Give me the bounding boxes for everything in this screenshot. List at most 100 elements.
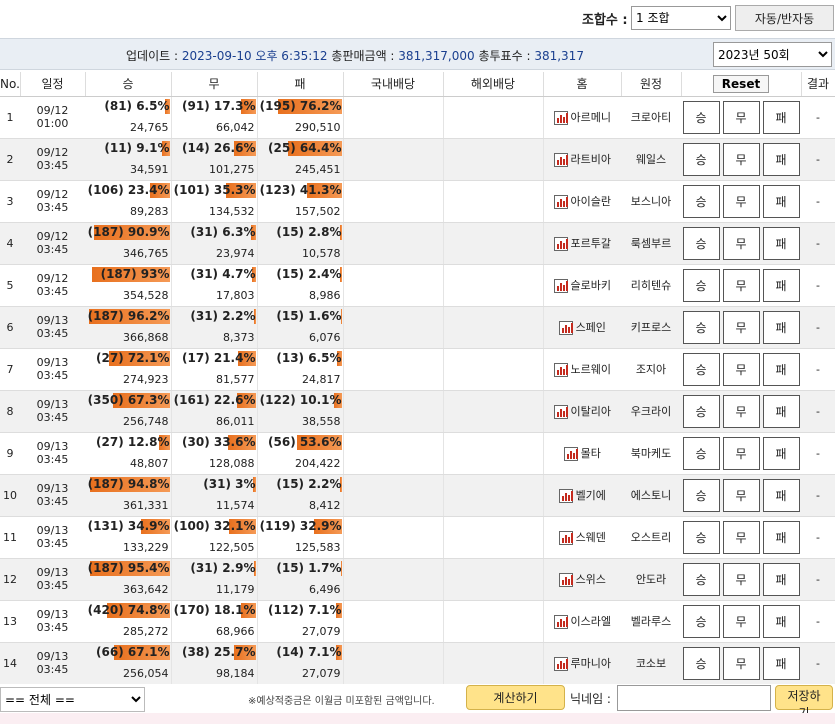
pick-draw-button[interactable]: 무 bbox=[722, 100, 760, 134]
pick-win-button[interactable]: 승 bbox=[682, 310, 720, 344]
pick-win-button[interactable]: 승 bbox=[682, 268, 720, 302]
pick-draw-button[interactable]: 무 bbox=[722, 310, 760, 344]
pick-win-button[interactable]: 승 bbox=[682, 184, 720, 218]
bar-chart-icon[interactable] bbox=[553, 405, 568, 419]
top-toolbar: 조합수 : 1 조합 자동/반자동 bbox=[0, 0, 835, 38]
update-label: 업데이트 : bbox=[126, 49, 179, 63]
pick-draw-button[interactable]: 무 bbox=[722, 394, 760, 428]
lose-percent: (122) 10.1% bbox=[259, 392, 342, 407]
combo-count-select[interactable]: 1 조합 bbox=[631, 6, 731, 30]
win-stat-cell: (131) 34.9% 133,229 bbox=[85, 516, 172, 559]
pick-draw-button[interactable]: 무 bbox=[722, 142, 760, 176]
nickname-input[interactable] bbox=[617, 685, 771, 711]
pick-lose-cell: 패 bbox=[761, 96, 801, 139]
row-number: 11 bbox=[0, 516, 20, 559]
pick-win-button[interactable]: 승 bbox=[682, 142, 720, 176]
win-percent: (420) 74.8% bbox=[87, 602, 170, 617]
pick-lose-button[interactable]: 패 bbox=[762, 100, 800, 134]
save-button[interactable]: 저장하기 bbox=[775, 685, 833, 720]
pick-draw-button[interactable]: 무 bbox=[722, 184, 760, 218]
pick-lose-cell: 패 bbox=[761, 138, 801, 181]
home-team: 벨기에 bbox=[575, 489, 606, 502]
pick-draw-button[interactable]: 무 bbox=[722, 352, 760, 386]
pick-lose-button[interactable]: 패 bbox=[762, 310, 800, 344]
pick-draw-cell: 무 bbox=[721, 600, 761, 643]
header-overseas-odds: 해외배당 bbox=[443, 72, 544, 97]
bar-chart-icon[interactable] bbox=[558, 321, 573, 335]
lose-count: 6,076 bbox=[309, 330, 341, 344]
pick-lose-button[interactable]: 패 bbox=[762, 142, 800, 176]
draw-stat-cell: (14) 26.6% 101,275 bbox=[171, 138, 258, 181]
reset-button[interactable]: Reset bbox=[713, 74, 769, 93]
auto-semi-auto-button[interactable]: 자동/반자동 bbox=[735, 5, 834, 31]
pick-draw-cell: 무 bbox=[721, 96, 761, 139]
pick-lose-button[interactable]: 패 bbox=[762, 646, 800, 680]
match-date: 09/12 03:45 bbox=[20, 222, 85, 265]
bar-chart-icon[interactable] bbox=[553, 153, 568, 167]
pick-lose-button[interactable]: 패 bbox=[762, 436, 800, 470]
win-stat-cell: (27) 72.1% 274,923 bbox=[85, 348, 172, 391]
bar-chart-icon[interactable] bbox=[553, 195, 568, 209]
table-row: 5 09/12 03:45 (187) 93% 354,528 (31) 4.7%… bbox=[0, 264, 835, 307]
home-team: 이스라엘 bbox=[570, 615, 611, 628]
home-team: 스페인 bbox=[575, 321, 606, 334]
pick-lose-button[interactable]: 패 bbox=[762, 268, 800, 302]
pick-draw-button[interactable]: 무 bbox=[722, 604, 760, 638]
pick-draw-button[interactable]: 무 bbox=[722, 562, 760, 596]
calculate-button[interactable]: 계산하기 bbox=[466, 685, 565, 710]
pick-lose-button[interactable]: 패 bbox=[762, 184, 800, 218]
bar-chart-icon[interactable] bbox=[553, 657, 568, 671]
pick-draw-button[interactable]: 무 bbox=[722, 268, 760, 302]
pick-lose-button[interactable]: 패 bbox=[762, 394, 800, 428]
pick-win-button[interactable]: 승 bbox=[682, 436, 720, 470]
draw-count: 17,803 bbox=[216, 288, 255, 302]
draw-percent: (38) 25.7% bbox=[182, 644, 256, 659]
pick-win-button[interactable]: 승 bbox=[682, 604, 720, 638]
header-reset-cell: Reset bbox=[681, 72, 802, 97]
lose-stat-cell: (119) 32.9% 125,583 bbox=[257, 516, 344, 559]
draw-percent: (31) 4.7% bbox=[190, 266, 256, 281]
domestic-odds bbox=[343, 96, 444, 139]
bar-chart-icon[interactable] bbox=[558, 573, 573, 587]
lose-count: 157,502 bbox=[295, 204, 341, 218]
bar-chart-icon[interactable] bbox=[553, 615, 568, 629]
win-count: 256,054 bbox=[123, 666, 169, 680]
bar-chart-icon[interactable] bbox=[553, 279, 568, 293]
pick-win-button[interactable]: 승 bbox=[682, 520, 720, 554]
bar-chart-icon[interactable] bbox=[553, 363, 568, 377]
pick-win-cell: 승 bbox=[681, 348, 721, 391]
overseas-odds bbox=[443, 390, 544, 433]
home-team-cell: 포르투갈 bbox=[543, 222, 621, 265]
pick-draw-button[interactable]: 무 bbox=[722, 646, 760, 680]
filter-select[interactable]: == 전체 == bbox=[0, 687, 145, 712]
pick-win-button[interactable]: 승 bbox=[682, 352, 720, 386]
lose-count: 290,510 bbox=[295, 120, 341, 134]
pick-draw-button[interactable]: 무 bbox=[722, 226, 760, 260]
bar-chart-icon[interactable] bbox=[553, 111, 568, 125]
bar-chart-icon[interactable] bbox=[563, 447, 578, 461]
pick-win-button[interactable]: 승 bbox=[682, 226, 720, 260]
pick-lose-button[interactable]: 패 bbox=[762, 478, 800, 512]
pick-win-button[interactable]: 승 bbox=[682, 394, 720, 428]
pick-win-button[interactable]: 승 bbox=[682, 478, 720, 512]
pick-lose-button[interactable]: 패 bbox=[762, 604, 800, 638]
lose-stat-cell: (15) 2.2% 8,412 bbox=[257, 474, 344, 517]
pick-draw-button[interactable]: 무 bbox=[722, 436, 760, 470]
pick-lose-button[interactable]: 패 bbox=[762, 520, 800, 554]
win-count: 354,528 bbox=[123, 288, 169, 302]
pick-lose-button[interactable]: 패 bbox=[762, 226, 800, 260]
bar-chart-icon[interactable] bbox=[558, 489, 573, 503]
pick-draw-button[interactable]: 무 bbox=[722, 478, 760, 512]
pick-win-button[interactable]: 승 bbox=[682, 646, 720, 680]
pick-lose-button[interactable]: 패 bbox=[762, 352, 800, 386]
pick-lose-button[interactable]: 패 bbox=[762, 562, 800, 596]
bar-chart-icon[interactable] bbox=[553, 237, 568, 251]
pick-win-button[interactable]: 승 bbox=[682, 562, 720, 596]
round-select[interactable]: 2023년 50회 bbox=[713, 42, 832, 67]
pick-win-button[interactable]: 승 bbox=[682, 100, 720, 134]
pick-draw-cell: 무 bbox=[721, 432, 761, 475]
draw-percent: (31) 2.9% bbox=[190, 560, 256, 575]
header-date: 일정 bbox=[20, 72, 86, 97]
pick-draw-button[interactable]: 무 bbox=[722, 520, 760, 554]
bar-chart-icon[interactable] bbox=[558, 531, 573, 545]
